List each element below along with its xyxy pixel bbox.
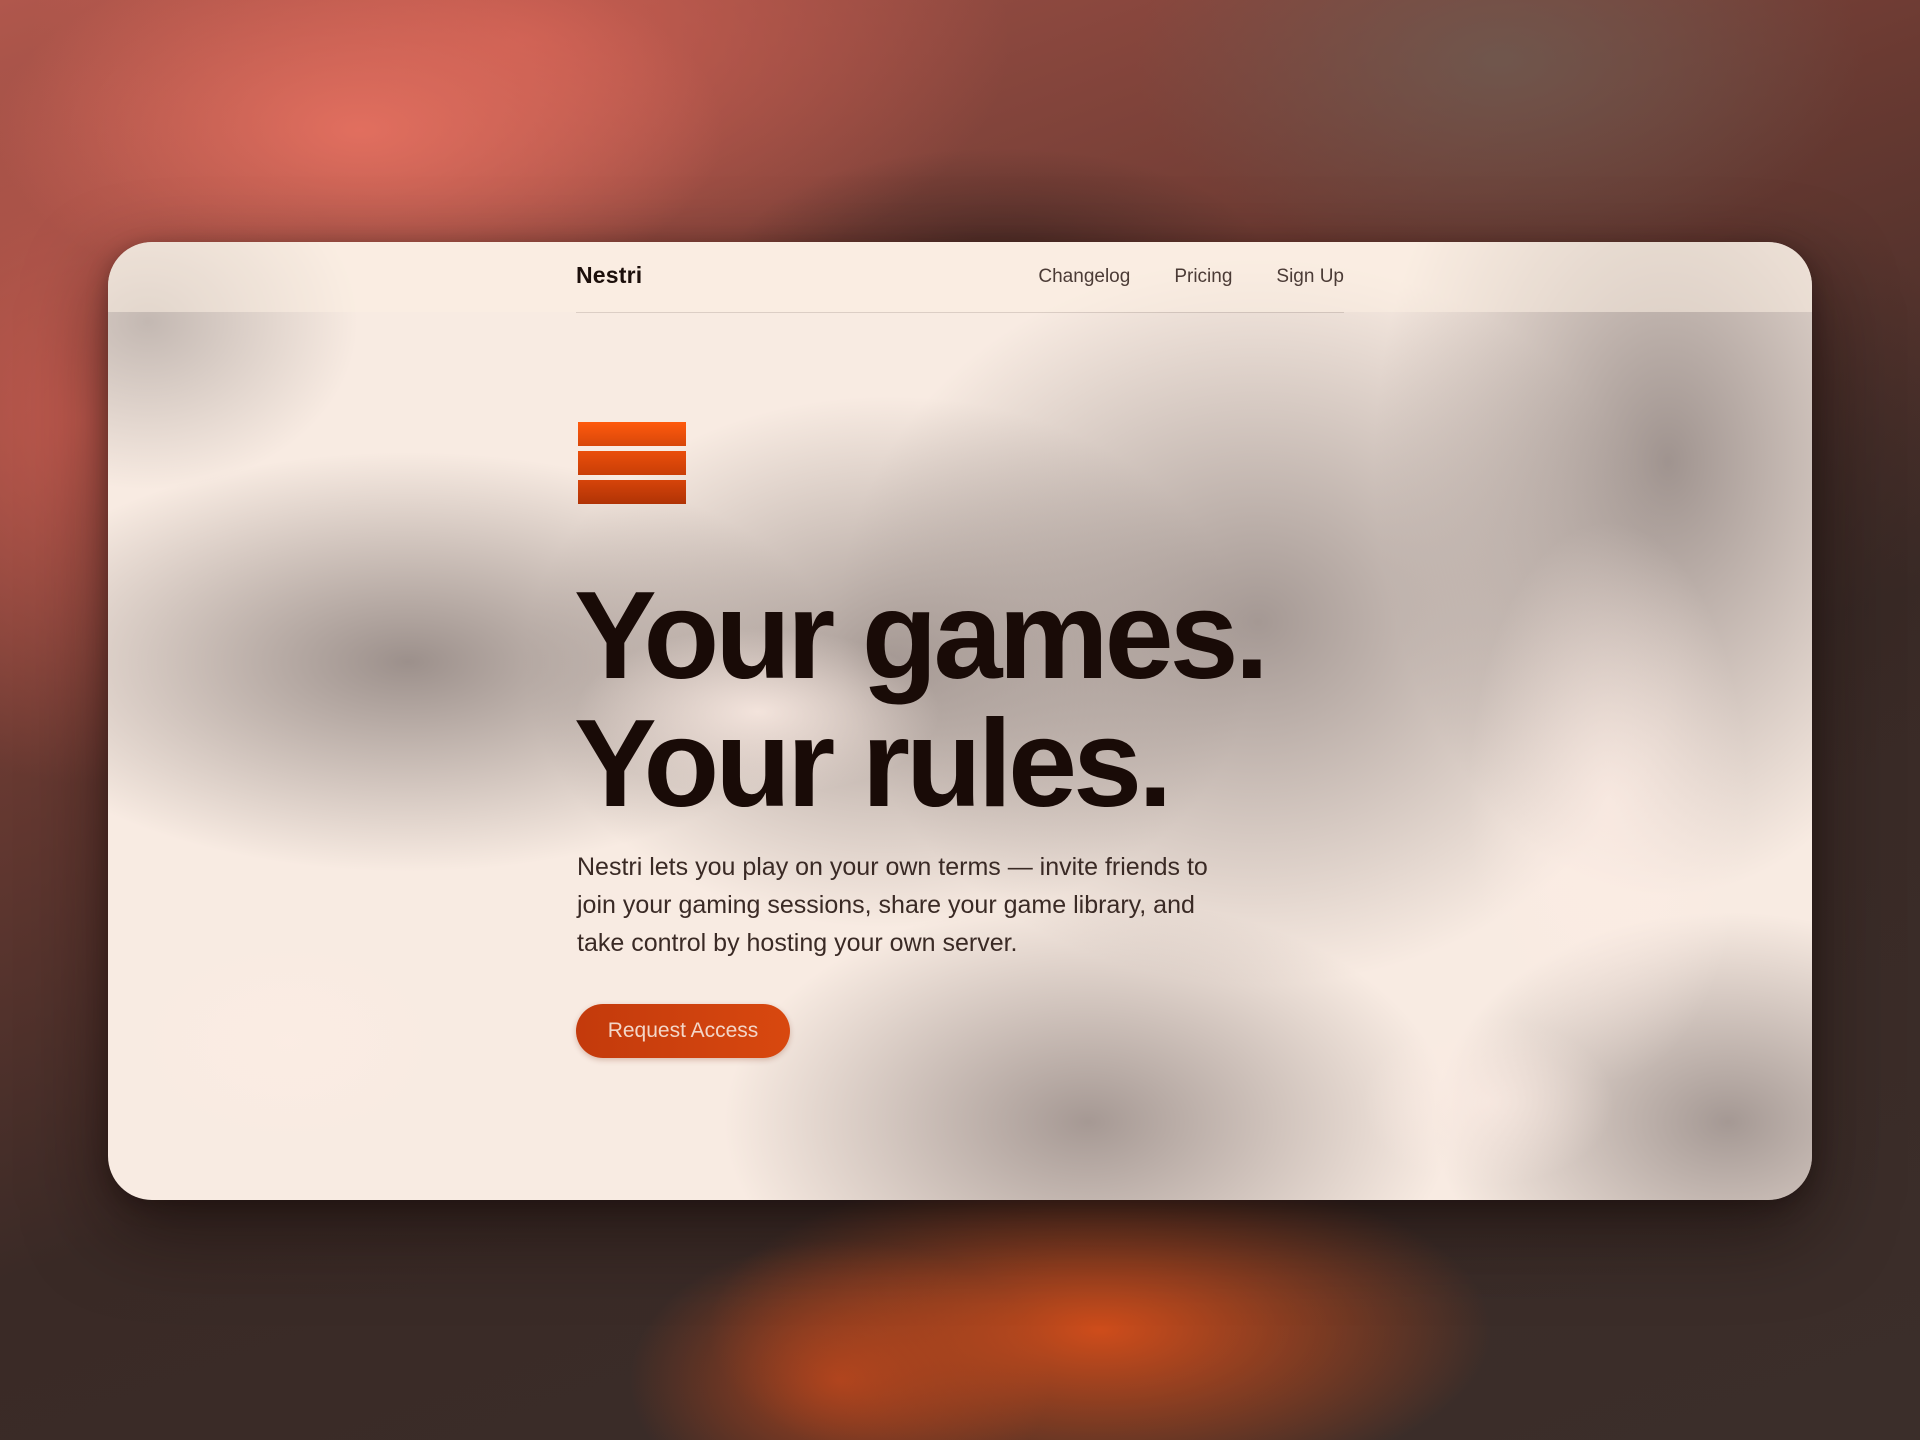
- logo-bar-middle: [578, 451, 686, 475]
- nav-links: Changelog Pricing Sign Up: [1038, 266, 1344, 288]
- nav-link-sign-up[interactable]: Sign Up: [1276, 266, 1344, 288]
- logo-bar-top: [578, 422, 686, 446]
- navigation-bar: Nestri Changelog Pricing Sign Up: [576, 242, 1344, 313]
- nav-link-changelog[interactable]: Changelog: [1038, 266, 1130, 288]
- brand-name[interactable]: Nestri: [576, 262, 642, 289]
- hero-headline: Your games. Your rules.: [574, 572, 1474, 828]
- hero-card: Nestri Changelog Pricing Sign Up Your ga…: [108, 242, 1812, 1200]
- three-bars-logo-icon: [578, 422, 686, 504]
- hero-description: Nestri lets you play on your own terms —…: [577, 853, 1208, 957]
- headline-line-1: Your games.: [574, 567, 1269, 705]
- nav-link-pricing[interactable]: Pricing: [1174, 266, 1232, 288]
- logo-bar-bottom: [578, 480, 686, 504]
- request-access-button[interactable]: Request Access: [576, 1004, 790, 1058]
- headline-line-2: Your rules.: [574, 695, 1173, 833]
